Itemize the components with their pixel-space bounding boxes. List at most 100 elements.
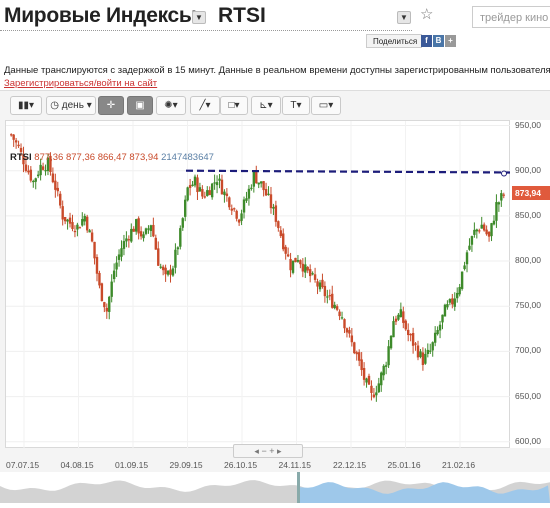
navigator-chart xyxy=(0,472,550,503)
candle-body xyxy=(142,234,145,239)
candle-body xyxy=(365,378,368,383)
x-tick-label: 29.09.15 xyxy=(169,460,203,470)
shapes-button[interactable]: □▾ xyxy=(220,96,248,115)
legend-high: 877,36 xyxy=(65,152,96,163)
save-button[interactable]: ▣ xyxy=(127,96,153,115)
facebook-share-icon[interactable]: f xyxy=(421,35,432,47)
candle-body xyxy=(424,353,427,364)
line-draw-icon: ╱▾ xyxy=(199,100,211,111)
candle-body xyxy=(161,266,165,271)
candle-body xyxy=(316,281,319,287)
fibonacci-button[interactable]: ⊾▾ xyxy=(251,96,281,115)
candle-body xyxy=(267,193,270,195)
category-dropdown-button[interactable]: ▼ xyxy=(192,11,206,24)
candle-body xyxy=(135,219,138,232)
candle-body xyxy=(343,319,346,329)
candle-body xyxy=(169,269,172,275)
chart-toolbar: ▮▮▾ ◷ день ▾ ✛ ▣ ✺▾ ╱▾ □▾ ⊾▾ T▾ ▭▾ xyxy=(0,91,550,119)
share-button[interactable]: Поделиться xyxy=(366,34,423,48)
register-login-link[interactable]: Зарегистрироваться/войти на сайт xyxy=(4,78,157,89)
fibonacci-icon: ⊾▾ xyxy=(259,100,273,111)
candle-body xyxy=(223,191,226,195)
candle-body xyxy=(458,287,461,295)
candle-body xyxy=(438,324,442,331)
candle-body xyxy=(235,210,238,219)
candle-body xyxy=(78,227,82,229)
candle-body xyxy=(308,269,312,277)
candle-body xyxy=(242,199,246,213)
pager-right-button[interactable]: ▸ xyxy=(277,446,282,456)
candle-body xyxy=(83,215,86,222)
chart-type-button[interactable]: ▮▮▾ xyxy=(10,96,42,115)
indicators-icon: ✺▾ xyxy=(164,100,178,111)
candle-body xyxy=(34,178,37,182)
candle-body xyxy=(294,257,297,263)
candle-body xyxy=(487,231,491,237)
search-input[interactable]: трейдер кино xyxy=(472,6,550,28)
candle-body xyxy=(306,267,309,271)
candle-body xyxy=(36,174,40,177)
candle-body xyxy=(497,202,501,205)
candle-body xyxy=(39,164,42,176)
candle-body xyxy=(105,307,108,312)
candle-body xyxy=(321,279,324,288)
x-tick-label: 24.11.15 xyxy=(278,460,311,470)
price-plot[interactable]: RTSI 877,36 877,36 866,47 873,94 2147483… xyxy=(5,120,512,449)
candle-body xyxy=(139,231,143,237)
candle-body xyxy=(66,219,69,222)
candle-body xyxy=(495,202,498,221)
candlestick-chart xyxy=(6,121,512,449)
candle-body xyxy=(350,335,354,343)
candle-body xyxy=(188,185,192,188)
candle-body xyxy=(387,346,390,366)
candle-body xyxy=(345,328,349,333)
candle-body xyxy=(370,385,373,393)
candle-body xyxy=(95,257,99,274)
image-button[interactable]: ▭▾ xyxy=(311,96,341,115)
candle-body xyxy=(240,213,243,221)
candle-body xyxy=(215,182,219,186)
candle-body xyxy=(208,190,211,196)
candle-body xyxy=(433,332,437,343)
candle-body xyxy=(59,193,62,206)
candle-body xyxy=(264,189,268,196)
text-button[interactable]: T▾ xyxy=(282,96,310,115)
pager-left-button[interactable]: ◂ xyxy=(254,446,259,456)
shapes-icon: □▾ xyxy=(228,100,240,111)
pager-zoom-out-button[interactable]: − xyxy=(261,446,266,456)
indicators-button[interactable]: ✺▾ xyxy=(156,96,186,115)
ohlc-legend: RTSI 877,36 877,36 866,47 873,94 2147483… xyxy=(10,152,214,163)
candle-body xyxy=(100,283,104,302)
crosshair-button[interactable]: ✛ xyxy=(98,96,124,115)
line-draw-button[interactable]: ╱▾ xyxy=(190,96,220,115)
candle-body xyxy=(71,222,74,230)
x-tick-label: 26.10.15 xyxy=(224,460,258,470)
candle-body xyxy=(485,229,488,235)
candle-body xyxy=(122,241,126,249)
symbol-dropdown-button[interactable]: ▼ xyxy=(397,11,411,24)
legend-volume: 2147483647 xyxy=(161,152,214,163)
candle-body xyxy=(76,224,79,230)
candle-body xyxy=(299,260,302,265)
more-share-icon[interactable]: + xyxy=(445,35,456,47)
candle-body xyxy=(384,365,388,367)
candle-body xyxy=(41,166,45,170)
navigator-panel[interactable] xyxy=(0,472,550,503)
candle-body xyxy=(257,182,260,185)
candle-body xyxy=(63,217,67,222)
candle-body xyxy=(164,267,167,275)
candle-body xyxy=(228,197,231,208)
candle-body xyxy=(154,237,158,250)
candle-body xyxy=(213,182,216,184)
candle-body xyxy=(93,241,96,259)
candle-body xyxy=(453,298,456,307)
favorite-star-icon[interactable]: ☆ xyxy=(420,5,433,23)
pager-zoom-in-button[interactable]: + xyxy=(269,446,274,456)
candle-body xyxy=(399,309,403,318)
page-header: Мировые Индексы ▼ RTSI ▼ ☆ трейдер кино xyxy=(0,0,550,36)
period-button[interactable]: ◷ день ▾ xyxy=(46,96,96,115)
candle-body xyxy=(335,306,339,310)
symbol-title: RTSI xyxy=(218,4,266,27)
vk-share-icon[interactable]: B xyxy=(433,35,444,47)
x-tick-label: 21.02.16 xyxy=(442,460,476,470)
